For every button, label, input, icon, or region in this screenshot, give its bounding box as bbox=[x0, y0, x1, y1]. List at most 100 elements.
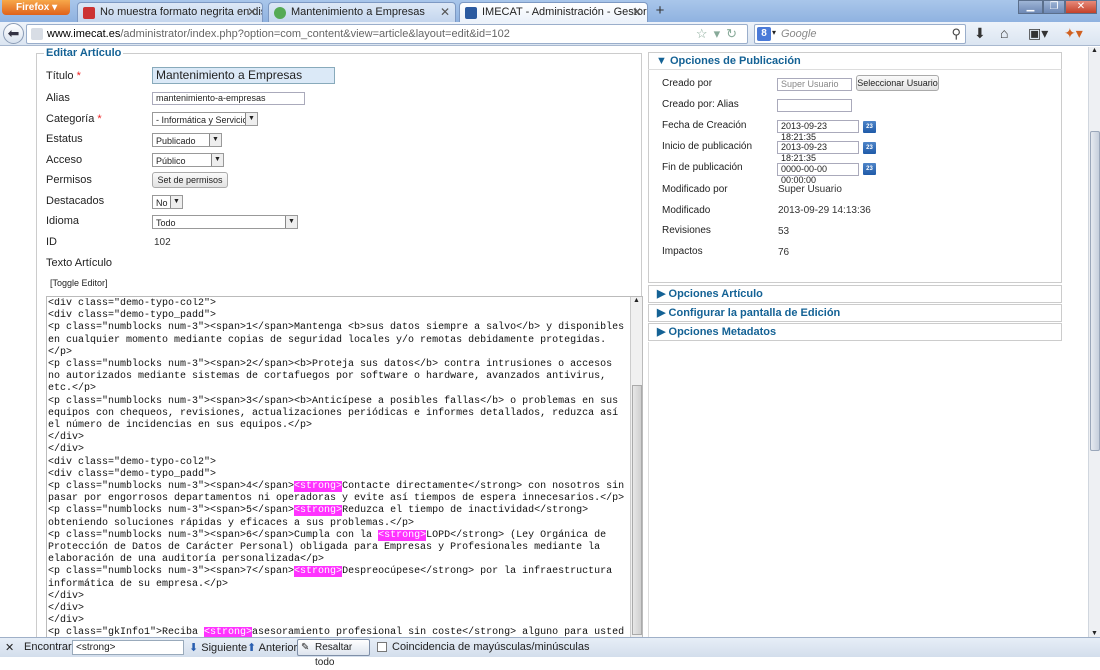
estatus-select[interactable]: Publicado ▼ bbox=[152, 133, 222, 147]
browser-titlebar: Firefox ▾ No muestra formato negrita en … bbox=[0, 0, 1100, 23]
fin-publicacion-input[interactable]: 0000-00-00 00:00:00 bbox=[777, 163, 859, 185]
page-scroll-thumb[interactable] bbox=[1090, 131, 1100, 451]
collapsed-arrow-icon: ▶ bbox=[657, 326, 666, 338]
addon-icon[interactable]: ✦▾ bbox=[1064, 25, 1083, 42]
google-search-icon[interactable]: 8 bbox=[757, 27, 771, 41]
editor-line: </div> bbox=[48, 603, 85, 615]
close-tab-icon[interactable]: ✕ bbox=[632, 3, 642, 22]
alias-input[interactable]: mantenimiento-a-empresas bbox=[152, 92, 305, 105]
calendar-icon[interactable]: 23 bbox=[863, 121, 876, 133]
search-icon[interactable]: ⚲ bbox=[951, 26, 961, 42]
destacados-select[interactable]: No ▼ bbox=[152, 195, 183, 209]
close-window-button[interactable]: ✕ bbox=[1065, 0, 1097, 14]
id-value: 102 bbox=[154, 237, 171, 248]
calendar-icon[interactable]: 23 bbox=[863, 142, 876, 154]
site-identity-icon[interactable] bbox=[31, 28, 43, 40]
minimize-button[interactable]: ▁ bbox=[1018, 0, 1043, 14]
screen-icon[interactable]: ▣▾ bbox=[1028, 25, 1048, 42]
highlight-all-button[interactable]: ✎ Resaltar todo bbox=[297, 639, 370, 668]
scroll-up-icon[interactable]: ▲ bbox=[633, 297, 640, 304]
calendar-icon[interactable]: 23 bbox=[863, 163, 876, 175]
article-text-editor[interactable]: <div class="demo-typo-col2"> <div class="… bbox=[46, 296, 643, 637]
url-bar[interactable]: www.imecat.es/administrator/index.php?op… bbox=[26, 24, 748, 44]
tab-title: Mantenimiento a Empresas bbox=[291, 6, 425, 18]
close-tab-icon[interactable]: ✕ bbox=[440, 3, 450, 22]
titulo-input[interactable]: Mantenimiento a Empresas bbox=[152, 67, 335, 84]
creado-por-input[interactable]: Super Usuario bbox=[777, 78, 852, 91]
bookmark-star-icon[interactable]: ☆ bbox=[696, 26, 714, 41]
editor-line: <div class="demo-typo_padd"> bbox=[48, 310, 217, 322]
new-tab-button[interactable]: + bbox=[651, 3, 669, 20]
tab-3-active[interactable]: IMECAT - Administración - Gestor de... ✕ bbox=[459, 2, 648, 23]
chevron-down-icon: ▼ bbox=[285, 216, 297, 228]
idioma-select[interactable]: Todo ▼ bbox=[152, 215, 298, 229]
page-content: Editar Artículo Título * Mantenimiento a… bbox=[0, 47, 1088, 637]
destacados-label: Destacados bbox=[46, 195, 105, 207]
set-permisos-button[interactable]: Set de permisos bbox=[152, 172, 228, 188]
editor-line: <p class="numblocks num-3"><span>1</span… bbox=[48, 322, 625, 358]
find-input[interactable]: <strong> bbox=[72, 640, 184, 655]
reload-icon[interactable]: ↻ bbox=[726, 26, 743, 41]
creado-alias-label: Creado por: Alias bbox=[662, 99, 739, 110]
panel-divider bbox=[648, 342, 1062, 637]
editor-line: <p class="numblocks num-3"><span>3</span… bbox=[48, 395, 625, 432]
editor-line: <div class="demo-typo-col2"> bbox=[48, 298, 217, 309]
editor-line: </div> bbox=[48, 590, 85, 602]
tab-title: IMECAT - Administración - Gestor de... bbox=[482, 6, 647, 18]
tab-2[interactable]: Mantenimiento a Empresas ✕ bbox=[268, 2, 456, 22]
seleccionar-usuario-button[interactable]: Seleccionar Usuario bbox=[856, 75, 939, 91]
configurar-pantalla-panel[interactable]: ▶ Configurar la pantalla de Edición bbox=[648, 304, 1062, 322]
search-bar[interactable]: 8 ▾ Google ⚲ bbox=[754, 24, 966, 44]
find-previous-button[interactable]: ⬆ Anterior bbox=[247, 641, 297, 654]
find-next-button[interactable]: ⬇ Siguiente bbox=[189, 641, 247, 654]
firefox-menu-button[interactable]: Firefox ▾ bbox=[2, 0, 70, 15]
chevron-down-icon: ▼ bbox=[209, 134, 221, 146]
scroll-up-icon[interactable]: ▲ bbox=[1091, 47, 1098, 54]
chevron-down-icon: ▼ bbox=[170, 196, 182, 208]
inicio-publicacion-label: Inicio de publicación bbox=[662, 141, 753, 152]
acceso-select[interactable]: Público ▼ bbox=[152, 153, 224, 167]
url-bar-icons: ☆▾↻ bbox=[696, 26, 743, 42]
chevron-down-icon: ▼ bbox=[211, 154, 223, 166]
close-tab-icon[interactable]: ✕ bbox=[247, 3, 257, 22]
highlight-pen-icon: ✎ bbox=[301, 642, 310, 653]
maximize-button[interactable]: ❐ bbox=[1043, 0, 1065, 14]
alias-label: Alias bbox=[46, 92, 70, 104]
expanded-arrow-icon: ▼ bbox=[656, 55, 667, 67]
editor-code[interactable]: <div class="demo-typo-col2"> <div class="… bbox=[48, 298, 628, 637]
tab-favicon-icon bbox=[465, 7, 477, 19]
modificado-por-value: Super Usuario bbox=[778, 184, 842, 195]
publishing-options-header[interactable]: ▼ Opciones de Publicación bbox=[648, 52, 1062, 70]
search-highlight: <strong> bbox=[294, 566, 343, 578]
dropdown-arrow-icon[interactable]: ▾ bbox=[714, 26, 727, 41]
opciones-metadatos-panel[interactable]: ▶ Opciones Metadatos bbox=[648, 323, 1062, 341]
engine-dropdown-icon[interactable]: ▾ bbox=[772, 28, 776, 37]
match-case-checkbox[interactable] bbox=[377, 642, 387, 652]
editor-scrollbar[interactable]: ▲ bbox=[630, 297, 642, 637]
collapsed-arrow-icon: ▶ bbox=[657, 288, 666, 300]
opciones-articulo-panel[interactable]: ▶ Opciones Artículo bbox=[648, 285, 1062, 303]
url-text: www.imecat.es/administrator/index.php?op… bbox=[47, 28, 510, 40]
categoria-select[interactable]: - Informática y Servicios ▼ bbox=[152, 112, 258, 126]
editor-scroll-thumb[interactable] bbox=[632, 385, 642, 635]
creado-alias-input[interactable] bbox=[777, 99, 852, 112]
home-icon[interactable]: ⌂ bbox=[1000, 25, 1008, 41]
editor-line: <p class="numblocks num-3"><span>2</span… bbox=[48, 359, 619, 395]
find-bar: ✕ Encontrar: <strong> ⬇ Siguiente ⬆ Ante… bbox=[0, 637, 1100, 668]
inicio-publicacion-input[interactable]: 2013-09-23 18:21:35 bbox=[777, 141, 859, 163]
back-button[interactable]: ⬅ bbox=[3, 23, 24, 44]
tab-1[interactable]: No muestra formato negrita en dispo... ✕ bbox=[77, 2, 263, 22]
navigation-toolbar: ⬅ www.imecat.es/administrator/index.php?… bbox=[0, 22, 1100, 46]
close-findbar-icon[interactable]: ✕ bbox=[5, 641, 14, 654]
estatus-label: Estatus bbox=[46, 133, 83, 145]
editor-line: <p class="numblocks num-3"><span>4</span… bbox=[48, 481, 625, 505]
scroll-down-icon[interactable]: ▼ bbox=[1091, 630, 1098, 637]
toggle-editor-link[interactable]: [Toggle Editor] bbox=[50, 278, 108, 288]
fecha-creacion-input[interactable]: 2013-09-23 18:21:35 bbox=[777, 120, 859, 142]
page-scrollbar[interactable]: ▲ ▼ bbox=[1088, 47, 1100, 637]
search-highlight: <strong> bbox=[378, 529, 427, 541]
collapsed-arrow-icon: ▶ bbox=[657, 307, 666, 319]
downloads-icon[interactable]: ⬇ bbox=[974, 25, 986, 42]
editor-line: </div> bbox=[48, 444, 85, 456]
editor-line: <p class="numblocks num-3"><span>6</span… bbox=[48, 529, 613, 566]
